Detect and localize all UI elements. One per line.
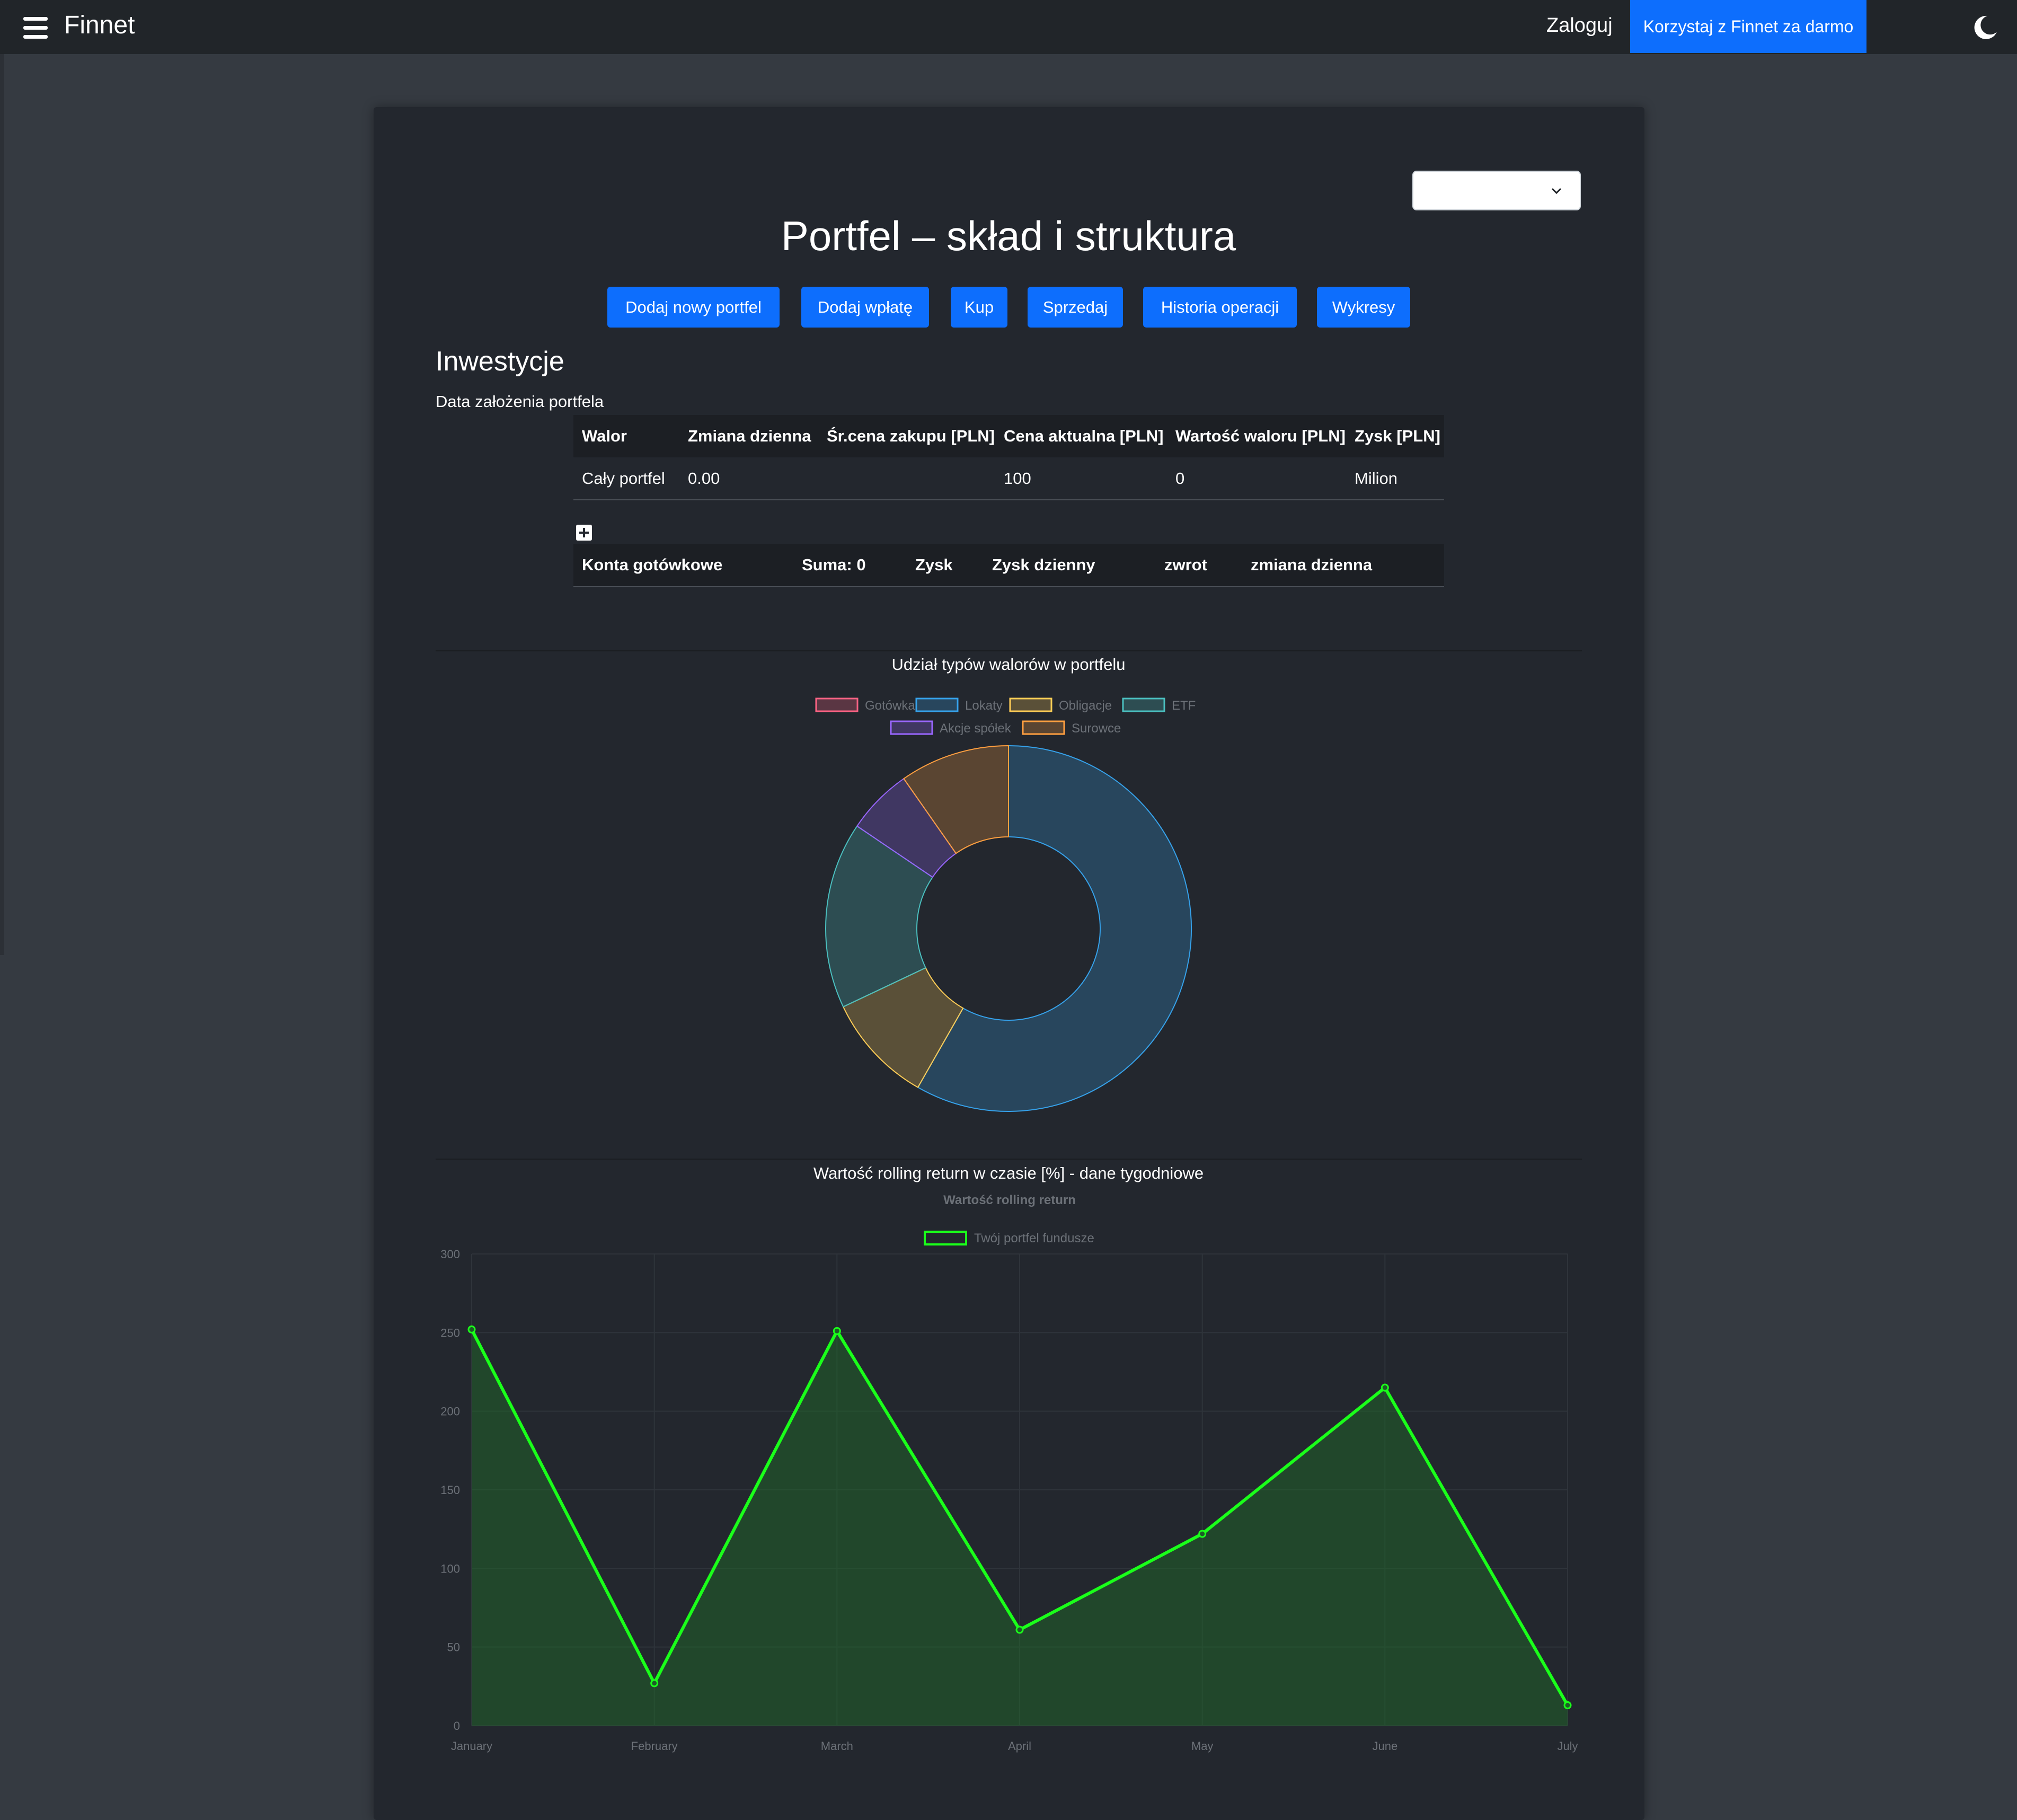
table-row[interactable]: Cały portfel 0.00 100 0 Milion [573, 457, 1444, 500]
doughnut-chart-title: Udział typów walorów w portfelu [891, 655, 1126, 674]
legend-item[interactable]: Twój portfel fundusze [924, 1231, 1094, 1245]
legend-label: Twój portfel fundusze [974, 1231, 1094, 1245]
cash-return: zwrot [1164, 555, 1207, 574]
cash-accounts-row: Konta gotówkowe Suma: 0 Zysk Zysk dzienn… [573, 544, 1444, 587]
data-point[interactable] [1198, 1530, 1207, 1538]
login-link[interactable]: Zaloguj [1546, 14, 1613, 37]
portfolio-date-label: Data założenia portfela [436, 392, 604, 411]
legend-label: Obligacje [1059, 699, 1112, 713]
line-chart-subtitle: Wartość rolling return [943, 1193, 1076, 1207]
data-point[interactable] [650, 1679, 659, 1688]
column-header[interactable]: Zysk [PLN] [1346, 415, 1444, 457]
line-chart-title: Wartość rolling return w czasie [%] - da… [813, 1164, 1204, 1182]
cash-profit: Zysk [915, 555, 953, 574]
cash-label: Konta gotówkowe [582, 555, 723, 574]
table-cell: Milion [1346, 457, 1444, 500]
table-cell: 0.00 [679, 457, 818, 500]
legend-swatch [890, 720, 933, 735]
legend-swatch [1022, 720, 1065, 735]
x-tick-label: May [1191, 1739, 1214, 1753]
signup-button[interactable]: Korzystaj z Finnet za darmo [1630, 0, 1866, 53]
legend-swatch [1009, 697, 1052, 712]
section-divider [436, 1159, 1582, 1160]
legend-label: Lokaty [965, 699, 1003, 713]
x-tick-label: February [631, 1739, 678, 1753]
x-tick-label: January [451, 1739, 492, 1753]
column-header[interactable]: Zmiana dzienna [679, 415, 818, 457]
x-tick-label: July [1557, 1739, 1578, 1753]
table-cell: 0 [1167, 457, 1346, 500]
table-header-row: Walor Zmiana dzienna Śr.cena zakupu [PLN… [573, 415, 1444, 457]
page-title: Portfel – skład i struktura [781, 213, 1236, 259]
table-cell: 100 [995, 457, 1167, 500]
column-header[interactable]: Wartość waloru [PLN] [1167, 415, 1346, 457]
legend-label: ETF [1172, 699, 1196, 713]
cash-daily-profit: Zysk dzienny [992, 555, 1095, 574]
dark-mode-moon-icon[interactable] [1971, 14, 1999, 41]
table-cell [818, 457, 995, 500]
legend-swatch [1122, 697, 1165, 712]
y-tick-label: 50 [447, 1641, 460, 1654]
table-cell: Cały portfel [573, 457, 679, 500]
data-point[interactable] [1381, 1383, 1389, 1392]
legend-swatch [924, 1231, 967, 1245]
cash-daily-change: zmiana dzienna [1251, 555, 1373, 574]
chevron-down-icon [1551, 188, 1562, 195]
column-header[interactable]: Cena aktualna [PLN] [995, 415, 1167, 457]
add-portfolio-button[interactable]: Dodaj nowy portfel [607, 287, 780, 328]
buy-button[interactable]: Kup [951, 287, 1007, 328]
y-tick-label: 300 [440, 1248, 460, 1261]
brand-logo[interactable]: Finnet [64, 11, 135, 40]
sidebar-edge [0, 54, 4, 955]
legend-swatch [815, 697, 859, 712]
legend-label: Gotówka [865, 699, 915, 713]
investments-heading: Inwestycje [436, 346, 564, 377]
rolling-return-chart: Wartość rolling return Twój portfel fund… [440, 1193, 1578, 1753]
data-point[interactable] [467, 1325, 476, 1333]
x-tick-label: March [821, 1739, 853, 1753]
legend-item[interactable]: ETF [1122, 697, 1196, 713]
legend-item[interactable]: Gotówka [815, 697, 915, 713]
section-divider [436, 650, 1582, 651]
column-header[interactable]: Śr.cena zakupu [PLN] [818, 415, 995, 457]
legend-item[interactable]: Akcje spółek [890, 720, 1012, 736]
history-button[interactable]: Historia operacji [1143, 287, 1297, 328]
legend-item[interactable]: Surowce [1022, 720, 1121, 736]
add-deposit-button[interactable]: Dodaj wpłatę [801, 287, 929, 328]
investments-table: Walor Zmiana dzienna Śr.cena zakupu [PLN… [573, 415, 1444, 500]
legend-item[interactable]: Lokaty [915, 697, 1003, 713]
y-tick-label: 0 [454, 1719, 460, 1733]
charts-button[interactable]: Wykresy [1317, 287, 1410, 328]
y-tick-label: 100 [440, 1562, 460, 1575]
data-point[interactable] [833, 1327, 841, 1335]
allocation-doughnut-chart: Gotówka Lokaty Obligacje ETF Akcje spółek Sur… [815, 697, 1196, 1112]
sell-button[interactable]: Sprzedaj [1028, 287, 1123, 328]
expand-plus-icon[interactable] [576, 525, 592, 541]
y-tick-label: 250 [440, 1326, 460, 1339]
legend-label: Surowce [1072, 721, 1121, 736]
data-point[interactable] [1563, 1701, 1572, 1709]
top-navbar: Finnet Zaloguj Korzystaj z Finnet za dar… [0, 0, 2017, 54]
cash-sum: Suma: 0 [802, 555, 866, 574]
data-point[interactable] [1015, 1625, 1024, 1634]
legend-item[interactable]: Obligacje [1009, 697, 1112, 713]
y-tick-label: 200 [440, 1405, 460, 1418]
column-header[interactable]: Walor [573, 415, 679, 457]
x-tick-label: June [1372, 1739, 1397, 1753]
x-tick-label: April [1008, 1739, 1031, 1753]
menu-icon[interactable] [23, 17, 48, 39]
legend-label: Akcje spółek [940, 721, 1012, 736]
legend-swatch [915, 697, 959, 712]
y-tick-label: 150 [440, 1483, 460, 1497]
portfolio-select[interactable] [1412, 171, 1581, 210]
